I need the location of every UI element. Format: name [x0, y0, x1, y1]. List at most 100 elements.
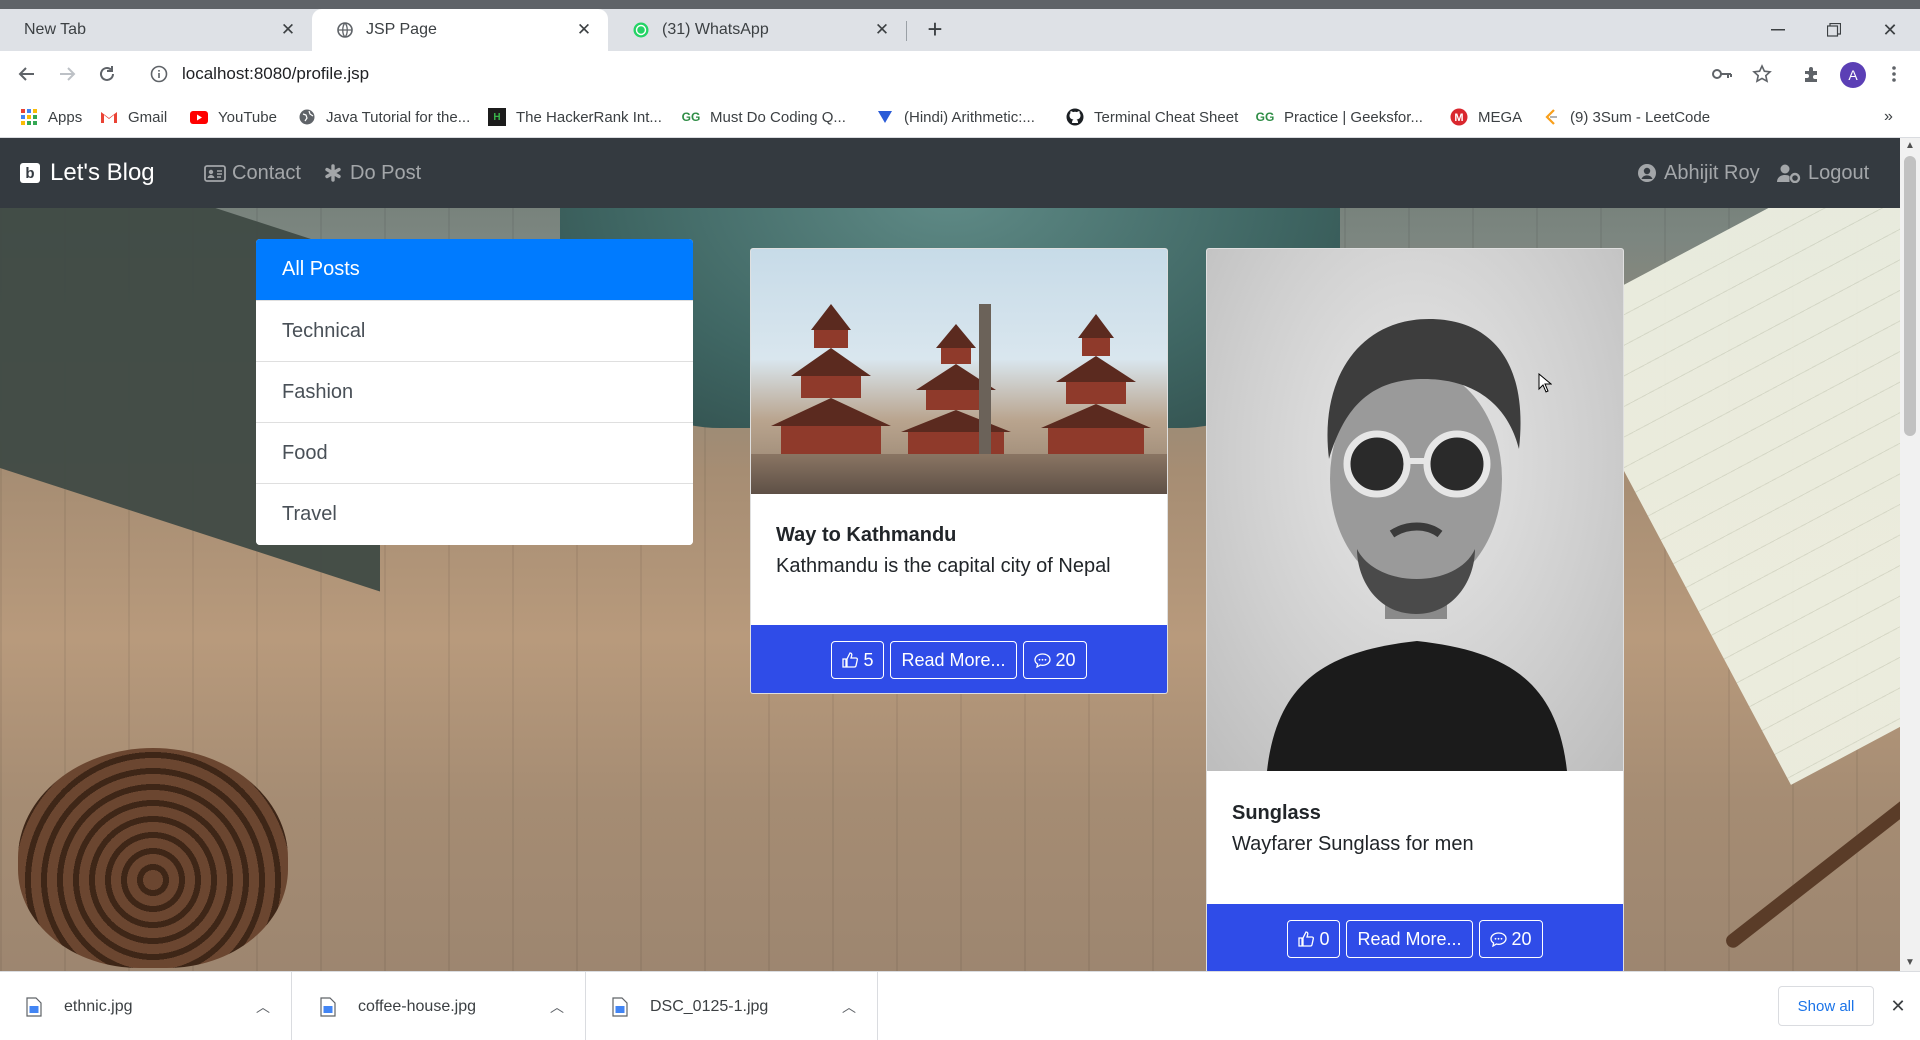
chevron-up-icon[interactable]: ︿ — [545, 997, 569, 1017]
forward-arrow-icon[interactable] — [52, 60, 82, 88]
blog-logo-icon: b — [20, 163, 40, 183]
read-more-button[interactable]: Read More... — [1346, 920, 1473, 958]
image-file-icon — [320, 996, 336, 1017]
download-item[interactable]: DSC_0125-1.jpg ︿ — [586, 972, 878, 1040]
tab-title: JSP Page — [366, 21, 437, 38]
star-icon[interactable] — [1748, 60, 1776, 88]
whatsapp-icon — [632, 21, 650, 39]
logout-label: Logout — [1808, 161, 1870, 184]
github-icon — [1066, 108, 1084, 126]
bookmark-label: The HackerRank Int... — [516, 108, 662, 126]
bookmarks-overflow-icon[interactable]: » — [1884, 105, 1893, 129]
comment-icon — [1489, 931, 1507, 947]
category-technical[interactable]: Technical — [256, 301, 693, 362]
comments-button[interactable]: 20 — [1478, 920, 1543, 958]
chevron-up-icon[interactable]: ︿ — [251, 997, 275, 1017]
download-item[interactable]: coffee-house.jpg ︿ — [294, 972, 586, 1040]
image-file-icon — [26, 996, 42, 1017]
portrait-illustration — [1267, 319, 1567, 771]
nav-user-profile[interactable]: Abhijit Roy — [1636, 160, 1760, 186]
chevron-up-icon[interactable]: ︿ — [837, 997, 861, 1017]
post-description: Wayfarer Sunglass for men — [1232, 833, 1474, 855]
close-icon[interactable]: ✕ — [278, 20, 298, 40]
comment-count: 20 — [1055, 649, 1076, 670]
tab-jsp-page[interactable]: JSP Page ✕ — [312, 9, 608, 51]
close-icon[interactable]: ✕ — [872, 20, 892, 40]
reload-icon[interactable] — [92, 60, 122, 88]
page-scrollbar[interactable]: ▲ ▼ — [1900, 138, 1920, 971]
bookmark-terminal-cheat-sheet[interactable]: Terminal Cheat Sheet — [1066, 105, 1238, 129]
bookmark-leetcode[interactable]: (9) 3Sum - LeetCode — [1542, 105, 1710, 129]
info-icon[interactable] — [148, 63, 170, 85]
post-footer: 5 Read More... 20 — [751, 625, 1167, 693]
nav-do-post[interactable]: Do Post — [322, 160, 421, 186]
category-fashion[interactable]: Fashion — [256, 362, 693, 423]
back-arrow-icon[interactable] — [12, 60, 42, 88]
scroll-down-icon[interactable]: ▼ — [1900, 955, 1920, 971]
bookmark-geeksforgeeks-practice[interactable]: GG Practice | Geeksfor... — [1256, 105, 1423, 129]
bookmark-java-tutorial[interactable]: Java Tutorial for the... — [298, 105, 470, 129]
bookmark-gmail[interactable]: Gmail — [100, 105, 167, 129]
download-item[interactable]: ethnic.jpg ︿ — [0, 972, 292, 1040]
scrollbar-thumb[interactable] — [1904, 156, 1916, 436]
bookmark-label: YouTube — [218, 108, 277, 126]
bookmark-label: Practice | Geeksfor... — [1284, 108, 1423, 126]
download-file-name: coffee-house.jpg — [358, 997, 477, 1015]
minimize-icon[interactable] — [1758, 16, 1798, 44]
apps-grid-icon — [20, 108, 38, 126]
gmail-icon — [100, 108, 118, 126]
like-count: 0 — [1319, 928, 1330, 949]
tab-separator — [906, 21, 907, 41]
restore-icon[interactable] — [1814, 16, 1854, 44]
like-button[interactable]: 0 — [1287, 920, 1341, 958]
tab-title: (31) WhatsApp — [662, 21, 769, 38]
page-viewport: b Let's Blog Contact Do Post Abhijit Roy — [0, 138, 1900, 971]
show-all-button[interactable]: Show all — [1778, 986, 1874, 1026]
bookmark-label: (9) 3Sum - LeetCode — [1570, 108, 1711, 126]
mouse-cursor-icon — [1538, 373, 1552, 393]
address-bar[interactable]: localhost:8080/profile.jsp — [136, 56, 1886, 92]
post-image — [751, 249, 1167, 494]
nav-contact[interactable]: Contact — [204, 160, 301, 186]
pagoda-shape — [771, 304, 891, 454]
like-button[interactable]: 5 — [831, 641, 885, 679]
like-count: 5 — [863, 649, 874, 670]
category-travel[interactable]: Travel — [256, 484, 693, 545]
geeksforgeeks-icon: GG — [681, 110, 701, 124]
download-file-name: DSC_0125-1.jpg — [650, 997, 769, 1015]
post-title: Sunglass — [1232, 802, 1321, 824]
brand-link[interactable]: b Let's Blog — [20, 158, 155, 188]
window-close-icon[interactable]: ✕ — [1870, 16, 1910, 44]
category-all-posts[interactable]: All Posts — [256, 239, 693, 301]
bookmark-label: MEGA — [1478, 108, 1523, 126]
tab-new-tab[interactable]: New Tab ✕ — [0, 9, 312, 51]
bookmark-label: Java Tutorial for the... — [326, 108, 471, 126]
download-file-name: ethnic.jpg — [64, 997, 133, 1015]
category-food[interactable]: Food — [256, 423, 693, 484]
bookmarks-bar: Apps Gmail YouTube Java Tutorial for the… — [0, 97, 1920, 138]
tab-whatsapp[interactable]: (31) WhatsApp ✕ — [608, 9, 906, 51]
close-icon[interactable]: ✕ — [574, 20, 594, 40]
scroll-up-icon[interactable]: ▲ — [1900, 138, 1920, 154]
kebab-menu-icon[interactable] — [1880, 60, 1908, 88]
profile-avatar[interactable]: A — [1840, 62, 1866, 88]
key-icon[interactable] — [1708, 60, 1736, 88]
tab-title: New Tab — [24, 21, 86, 38]
bookmark-hindi-arithmetic[interactable]: (Hindi) Arithmetic:... — [876, 105, 1035, 129]
browser-toolbar: localhost:8080/profile.jsp A — [0, 51, 1920, 97]
comments-button[interactable]: 20 — [1022, 641, 1087, 679]
close-icon[interactable]: ✕ — [1886, 994, 1910, 1018]
nav-link-label: Do Post — [350, 161, 422, 184]
bookmark-must-do-coding[interactable]: GG Must Do Coding Q... — [682, 105, 846, 129]
nav-logout[interactable]: Logout — [1776, 160, 1869, 186]
post-title: Way to Kathmandu — [776, 524, 957, 546]
image-file-icon — [612, 996, 628, 1017]
bookmark-apps[interactable]: Apps — [20, 105, 82, 129]
new-tab-icon[interactable]: + — [920, 16, 950, 42]
bookmark-mega[interactable]: M MEGA — [1450, 105, 1522, 129]
bookmark-hackerrank[interactable]: H The HackerRank Int... — [488, 105, 662, 129]
extensions-icon[interactable] — [1798, 60, 1826, 88]
read-more-button[interactable]: Read More... — [890, 641, 1017, 679]
bookmark-youtube[interactable]: YouTube — [190, 105, 277, 129]
post-image — [1207, 249, 1623, 771]
